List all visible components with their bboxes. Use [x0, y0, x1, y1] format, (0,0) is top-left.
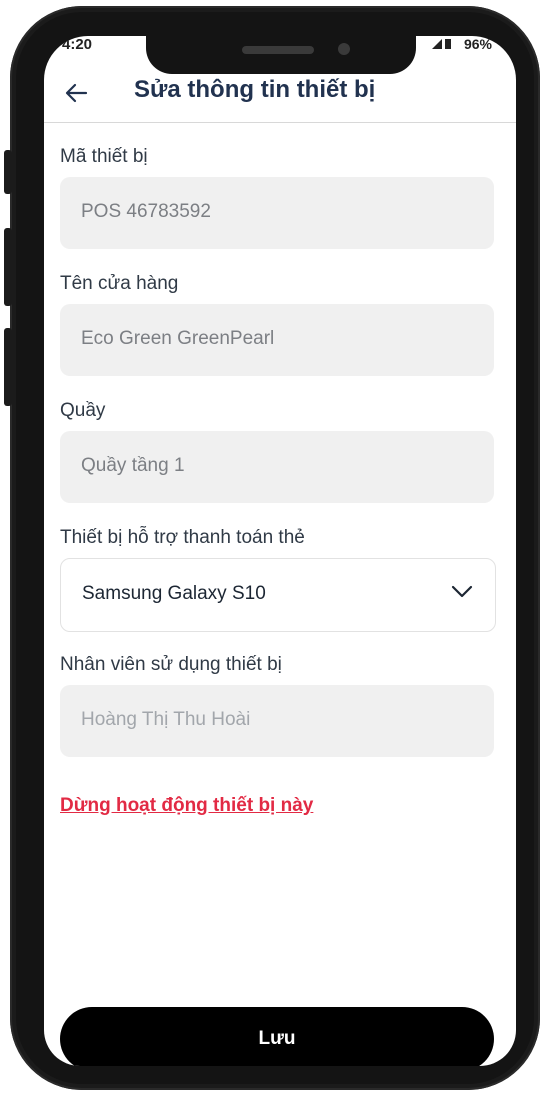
save-button[interactable]: Lưu — [60, 1007, 494, 1066]
signal-icon — [432, 39, 451, 49]
employee-label: Nhân viên sử dụng thiết bị — [60, 654, 282, 675]
device-code-label: Mã thiết bị — [60, 146, 148, 167]
chevron-down-icon — [451, 585, 473, 598]
card-device-select[interactable]: Samsung Galaxy S10 — [60, 558, 496, 632]
store-name-value: Eco Green GreenPearl — [81, 328, 275, 349]
phone-mute-button — [4, 150, 12, 194]
employee-field[interactable]: Hoàng Thị Thu Hoài — [60, 685, 494, 757]
store-name-label: Tên cửa hàng — [60, 273, 179, 294]
counter-field: Quầy tầng 1 — [60, 431, 494, 503]
status-time: 4:20 — [62, 36, 93, 53]
phone-volume-up-button — [4, 228, 12, 306]
app-screen: 4:20 96% Sửa thông tin thiết bị Mã thiết… — [44, 36, 516, 1066]
device-code-field: POS 46783592 — [60, 177, 494, 249]
phone-notch — [146, 28, 416, 74]
counter-value: Quầy tầng 1 — [81, 455, 185, 476]
page-title: Sửa thông tin thiết bị — [134, 76, 376, 103]
counter-label: Quầy — [60, 400, 106, 421]
phone-volume-down-button — [4, 328, 12, 406]
card-device-label: Thiết bị hỗ trợ thanh toán thẻ — [60, 527, 305, 548]
camera-icon — [338, 43, 350, 55]
store-name-field: Eco Green GreenPearl — [60, 304, 494, 376]
device-code-value: POS 46783592 — [81, 201, 211, 222]
deactivate-device-link[interactable]: Dừng hoạt động thiết bị này — [60, 795, 313, 817]
arrow-left-icon[interactable] — [60, 76, 94, 110]
battery-level: 96% — [463, 36, 492, 52]
speaker — [242, 46, 314, 54]
card-device-value: Samsung Galaxy S10 — [82, 583, 266, 604]
app-header: Sửa thông tin thiết bị — [44, 66, 516, 123]
employee-placeholder: Hoàng Thị Thu Hoài — [81, 709, 251, 730]
